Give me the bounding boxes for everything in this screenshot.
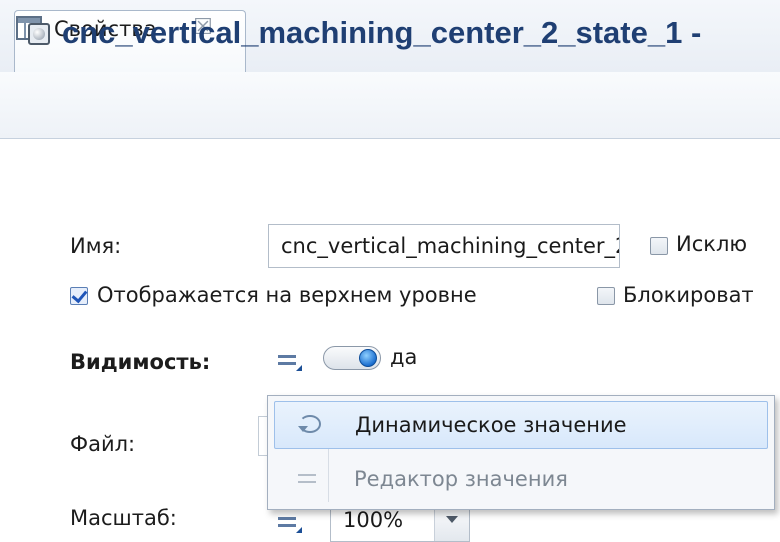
value-mode-icon[interactable] — [278, 351, 302, 371]
menu-item-value-editor[interactable]: Редактор значения — [274, 456, 768, 504]
equals-icon — [298, 472, 318, 486]
menu-item-label: Динамическое значение — [355, 413, 627, 437]
visibility-label: Видимость: — [70, 350, 211, 374]
scale-value: 100% — [343, 508, 404, 532]
menu-item-dynamic-value[interactable]: Динамическое значение — [274, 401, 768, 449]
menu-item-label: Редактор значения — [354, 467, 568, 491]
shown-top-level-checkbox[interactable] — [70, 287, 88, 305]
dynamic-loop-icon — [298, 415, 321, 433]
visibility-toggle[interactable] — [323, 346, 381, 370]
scale-label: Масштаб: — [70, 506, 177, 530]
scale-mode-icon[interactable] — [278, 513, 302, 533]
scale-select[interactable]: 100% — [330, 508, 470, 542]
exclude-checkbox[interactable] — [650, 237, 668, 255]
name-label: Имя: — [70, 234, 122, 258]
toggle-knob — [359, 349, 377, 367]
object-title: cnc_vertical_machining_center_2_state_1 … — [62, 15, 702, 50]
state-icon — [28, 23, 50, 45]
lock-checkbox[interactable] — [597, 287, 615, 305]
chevron-down-icon[interactable] — [434, 509, 469, 541]
title-bar — [0, 72, 780, 139]
value-mode-menu: Динамическое значение Редактор значения — [267, 395, 775, 510]
lock-label: Блокироват — [623, 283, 754, 307]
exclude-label: Исклю — [676, 232, 748, 256]
shown-top-level-label: Отображается на верхнем уровне — [97, 283, 477, 307]
visibility-value: да — [390, 345, 418, 369]
name-value: cnc_vertical_machining_center_2_state_1 — [281, 234, 619, 258]
name-input[interactable]: cnc_vertical_machining_center_2_state_1 — [268, 224, 620, 268]
file-label: Файл: — [70, 432, 136, 456]
